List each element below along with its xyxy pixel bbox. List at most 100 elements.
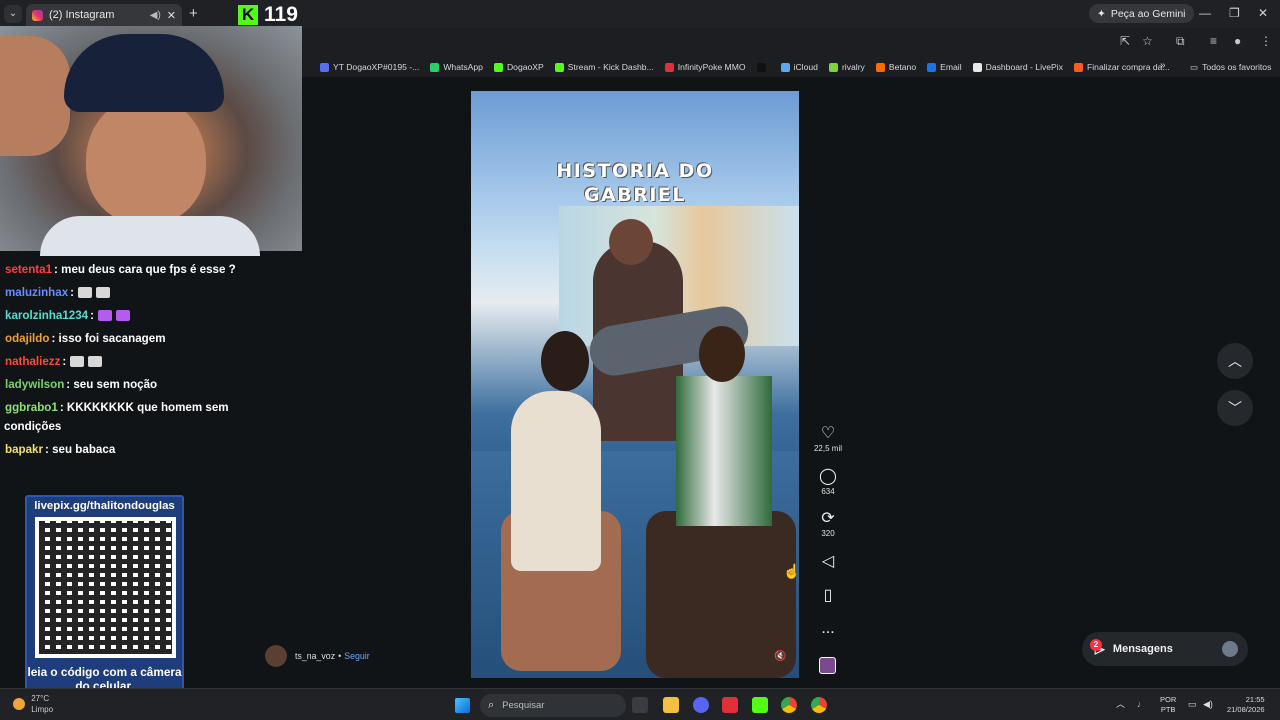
chrome-icon[interactable] bbox=[781, 697, 797, 713]
ask-gemini-button[interactable]: ✦ Peça ao Gemini bbox=[1089, 4, 1194, 23]
chat-username[interactable]: bapakr bbox=[5, 443, 43, 456]
bookmarks-overflow-icon[interactable]: » bbox=[1160, 60, 1166, 71]
person-woman bbox=[511, 391, 601, 571]
webcam-arm bbox=[0, 36, 70, 156]
tab-instagram[interactable]: (2) Instagram ◀) ✕ bbox=[26, 4, 182, 26]
chat-username[interactable]: odajildo bbox=[5, 332, 49, 345]
chrome-profile-icon[interactable] bbox=[811, 697, 827, 713]
webcam-cap bbox=[64, 34, 224, 112]
bookmark-item[interactable]: DogaoXP bbox=[493, 62, 544, 72]
task-view-icon[interactable] bbox=[632, 697, 648, 713]
minimize-icon[interactable]: — bbox=[1199, 6, 1211, 20]
lang-line1: POR bbox=[1160, 695, 1177, 704]
bookmark-item[interactable]: Finalizar compra da... bbox=[1074, 62, 1170, 72]
chat-username[interactable]: maluzinhax bbox=[5, 286, 68, 299]
livepix-qr-panel: livepix.gg/thalitondouglas leia o código… bbox=[25, 495, 184, 698]
follow-button[interactable]: Seguir bbox=[344, 651, 369, 661]
close-window-icon[interactable]: ✕ bbox=[1258, 6, 1268, 20]
chat-text: : seu sem noção bbox=[66, 378, 158, 391]
chat-message: bapakr: seu babaca bbox=[5, 443, 115, 456]
audio-thumbnail[interactable] bbox=[819, 657, 836, 674]
clock[interactable]: 21:55 21/08/2026 bbox=[1227, 695, 1265, 715]
bookmark-item[interactable]: YT DogaoXP#0195 -... bbox=[320, 62, 419, 72]
chat-emote-icon bbox=[96, 287, 111, 299]
extensions-icon[interactable]: ⧉ bbox=[1176, 34, 1185, 49]
chat-username[interactable]: karolzinha1234 bbox=[5, 309, 88, 322]
bookmark-label: rivalry bbox=[841, 62, 865, 72]
qr-code bbox=[35, 517, 176, 658]
chat-username[interactable]: nathaliezz bbox=[5, 355, 60, 368]
microphone-icon[interactable]: ♩ bbox=[1137, 699, 1146, 709]
chat-text: condições bbox=[4, 420, 62, 433]
like-button[interactable]: ♡ 22,5 mil bbox=[806, 425, 850, 455]
post-author[interactable]: ts_na_voz • Seguir bbox=[265, 645, 370, 667]
person-guitarist-head bbox=[609, 219, 653, 265]
browser-menu-icon[interactable]: ⋮ bbox=[1260, 34, 1272, 48]
search-icon: ⌕ bbox=[488, 699, 495, 711]
language-indicator[interactable]: POR PTB bbox=[1160, 695, 1176, 715]
author-avatar[interactable] bbox=[265, 645, 287, 667]
speaker-icon[interactable]: ◀) bbox=[150, 10, 161, 21]
messages-avatar bbox=[1222, 641, 1238, 657]
bookmark-favicon-icon bbox=[972, 62, 982, 72]
network-icon[interactable]: ▭ bbox=[1188, 699, 1197, 709]
separator: • bbox=[338, 651, 342, 661]
bookmark-star-icon[interactable]: ☆ bbox=[1142, 34, 1153, 48]
app-red-icon[interactable] bbox=[722, 697, 738, 713]
save-button[interactable]: ▯ bbox=[806, 587, 850, 605]
bookmark-item[interactable]: Dashboard - LivePix bbox=[972, 62, 1063, 72]
kick-app-icon[interactable] bbox=[752, 697, 768, 713]
new-tab-button[interactable]: + bbox=[189, 5, 198, 22]
mouse-cursor-icon: ☝ bbox=[783, 563, 801, 579]
chat-message: condições bbox=[4, 420, 61, 433]
windows-start-icon[interactable] bbox=[455, 698, 470, 713]
share-button[interactable]: ◁ bbox=[806, 553, 850, 571]
all-favorites-folder[interactable]: ▭ Todos os favoritos bbox=[1190, 57, 1271, 77]
bookmark-item[interactable]: iCloud bbox=[780, 62, 818, 72]
repost-icon: ⟳ bbox=[821, 510, 835, 527]
chat-username[interactable]: setenta1 bbox=[5, 263, 52, 276]
taskbar-search[interactable]: ⌕ Pesquisar bbox=[480, 694, 626, 717]
bookmark-item[interactable]: WhatsApp bbox=[430, 62, 483, 72]
volume-icon[interactable]: ◀) bbox=[1203, 699, 1213, 709]
bookmark-item[interactable] bbox=[756, 62, 770, 72]
reel-video[interactable]: HISTORIA DO GABRIEL bbox=[471, 91, 799, 678]
install-app-icon[interactable]: ⇱ bbox=[1120, 34, 1130, 48]
close-tab-icon[interactable]: ✕ bbox=[167, 9, 176, 22]
restore-icon[interactable]: ❐ bbox=[1229, 6, 1240, 20]
video-title-line2: GABRIEL bbox=[583, 184, 687, 206]
bookmark-item[interactable]: Stream - Kick Dashb... bbox=[554, 62, 654, 72]
chat-message: nathaliezz: bbox=[5, 355, 103, 368]
discord-icon[interactable] bbox=[693, 697, 709, 713]
gemini-sparkle-icon: ✦ bbox=[1097, 7, 1106, 20]
folder-icon: ▭ bbox=[1190, 61, 1199, 72]
bookmark-item[interactable]: Email bbox=[927, 62, 962, 72]
more-options-button[interactable]: ... bbox=[806, 620, 850, 638]
bookmark-label: InfinityPoke MMO bbox=[677, 62, 746, 72]
previous-reel-button[interactable]: ︿ bbox=[1217, 343, 1253, 379]
chat-text: : bbox=[62, 355, 67, 368]
like-count: 22,5 mil bbox=[813, 444, 842, 453]
video-title-line1: HISTORIA DO bbox=[556, 160, 714, 182]
bookmark-item[interactable]: rivalry bbox=[828, 62, 865, 72]
tray-chevron-icon[interactable]: ︿ bbox=[1116, 699, 1125, 709]
chat-username[interactable]: ladywilson bbox=[5, 378, 64, 391]
bookmark-item[interactable]: Betano bbox=[875, 62, 916, 72]
chat-username[interactable]: ggbrabo1 bbox=[5, 401, 58, 414]
repost-button[interactable]: ⟳ 320 bbox=[806, 510, 850, 540]
next-reel-button[interactable]: ﹀ bbox=[1217, 390, 1253, 426]
media-controls-icon[interactable]: ≡ bbox=[1210, 34, 1217, 48]
comment-button[interactable]: ◯ 634 bbox=[806, 468, 850, 498]
profile-avatar[interactable]: ● bbox=[1234, 34, 1241, 48]
weather-widget[interactable]: 27°C Limpo bbox=[13, 693, 53, 715]
screen: ⌄ (2) Instagram ◀) ✕ + K 119 ✦ Peça ao G… bbox=[0, 0, 1280, 720]
bookmark-item[interactable]: InfinityPoke MMO bbox=[664, 62, 746, 72]
chat-text: : seu babaca bbox=[45, 443, 116, 456]
mute-icon[interactable]: 🔇 bbox=[774, 651, 786, 662]
instagram-icon bbox=[32, 9, 43, 21]
messages-button[interactable]: ⌲ 2 Mensagens bbox=[1082, 632, 1248, 666]
tab-search-chevron-icon[interactable]: ⌄ bbox=[4, 5, 22, 23]
comment-icon: ◯ bbox=[819, 468, 837, 485]
file-explorer-icon[interactable] bbox=[663, 697, 679, 713]
author-name[interactable]: ts_na_voz bbox=[295, 651, 335, 661]
